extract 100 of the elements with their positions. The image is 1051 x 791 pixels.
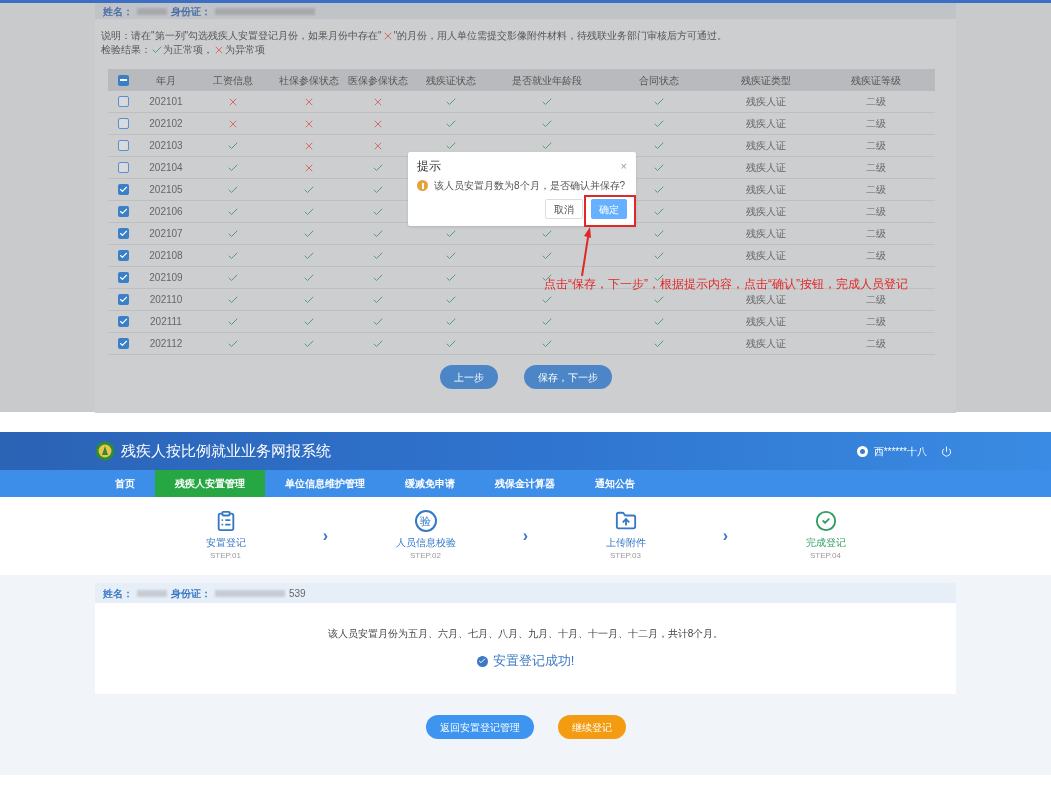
nav-tab[interactable]: 首页 [95, 470, 155, 497]
success-icon [476, 655, 488, 667]
user-avatar-icon [856, 445, 868, 457]
row-checkbox[interactable] [117, 228, 129, 239]
table-cell-text: 残疾人证 [746, 205, 786, 219]
id-tail: 539 [289, 586, 306, 601]
continue-button[interactable]: 继续登记 [557, 715, 626, 739]
step-separator: › [721, 526, 730, 546]
table-cell-text: 残疾人证 [746, 249, 786, 263]
row-checkbox[interactable] [117, 96, 129, 107]
previous-button[interactable]: 上一步 [439, 365, 498, 389]
step-label: 人员信息校验 [395, 536, 456, 550]
table-cell-text: 二级 [865, 293, 886, 307]
month-cell-text: 202107 [149, 227, 183, 241]
redacted-value [215, 589, 285, 597]
month-cell-text: 202112 [149, 337, 183, 351]
annotation-text: 点击“保存，下一步”，根据提示内容，点击“确认”按钮，完成人员登记 [544, 276, 908, 293]
step-number: STEP.03 [610, 550, 641, 562]
row-checkbox[interactable] [117, 118, 129, 129]
column-header: 工资信息 [213, 73, 253, 88]
name-label: 姓名： [103, 586, 133, 601]
confirm-button[interactable]: 确定 [591, 199, 627, 219]
row-checkbox[interactable] [117, 206, 129, 217]
warning-icon [417, 180, 428, 191]
table-cell-text: 残疾人证 [746, 183, 786, 197]
nav-tab[interactable]: 通知公告 [575, 470, 655, 497]
arrow [579, 227, 593, 277]
month-cell-text: 202106 [149, 205, 183, 219]
cross-icon [213, 44, 225, 56]
month-cell-text: 202101 [149, 95, 183, 109]
table-cell-text: 残疾人证 [746, 293, 786, 307]
month-cell-text: 202109 [149, 271, 183, 285]
table-cell-text: 二级 [865, 183, 886, 197]
header-checkbox[interactable] [117, 74, 129, 86]
close-button[interactable]: × [620, 157, 627, 175]
name-label: 姓名： [103, 4, 133, 19]
table-cell-text: 二级 [865, 95, 886, 109]
month-cell-text: 202102 [149, 117, 183, 131]
nav-tab[interactable]: 缓减免申请 [385, 470, 475, 497]
step-label: 上传附件 [605, 536, 646, 550]
step-label: 安置登记 [205, 536, 246, 550]
row-checkbox[interactable] [117, 338, 129, 349]
row-checkbox[interactable] [117, 140, 129, 151]
month-cell-text: 202103 [149, 139, 183, 153]
save-next-button[interactable]: 保存，下一步 [523, 365, 612, 389]
row-checkbox[interactable] [117, 316, 129, 327]
legend-text: 为正常项， [163, 43, 213, 57]
user-name: 西******十八 [873, 444, 927, 459]
table-cell-text: 残疾人证 [746, 227, 786, 241]
step-number: STEP.02 [410, 550, 441, 562]
row-checkbox[interactable] [117, 184, 129, 195]
nav-tab[interactable]: 残疾人安置管理 [155, 470, 265, 497]
row-checkbox[interactable] [117, 162, 129, 173]
dialog-title: 提示 [417, 158, 441, 175]
step-number: STEP.04 [810, 550, 841, 562]
column-header: 年月 [156, 73, 176, 88]
row-checkbox[interactable] [117, 250, 129, 261]
nav-tab[interactable]: 残保金计算器 [475, 470, 575, 497]
column-header: 残疾证状态 [425, 73, 476, 88]
column-header: 残疾证等级 [850, 73, 901, 88]
table-cell-text: 二级 [865, 337, 886, 351]
step-label: 完成登记 [805, 536, 846, 550]
table-cell-text: 二级 [865, 139, 886, 153]
step-separator: › [321, 526, 330, 546]
table-cell-text: 残疾人证 [746, 95, 786, 109]
power-icon[interactable] [941, 445, 952, 457]
success-text: 安置登记成功! [492, 652, 575, 671]
table-cell-text: 残疾人证 [746, 139, 786, 153]
row-checkbox[interactable] [117, 294, 129, 305]
table-cell-text: 残疾人证 [746, 161, 786, 175]
check-icon [151, 44, 163, 56]
column-header: 合同状态 [639, 73, 679, 88]
row-checkbox[interactable] [117, 272, 129, 283]
month-cell-text: 202108 [149, 249, 183, 263]
table-cell-text: 残疾人证 [746, 337, 786, 351]
month-cell-text: 202110 [149, 293, 183, 307]
note-text: "的月份，用人单位需提交影像附件材料，待残联业务部门审核后方可通过。 [393, 29, 728, 43]
table-cell-text: 二级 [865, 249, 886, 263]
legend-text: 为异常项 [225, 43, 265, 57]
table-cell-text: 二级 [865, 117, 886, 131]
id-label: 身份证： [171, 586, 211, 601]
step-separator: › [521, 526, 530, 546]
nav-tab[interactable]: 单位信息维护管理 [265, 470, 385, 497]
cancel-button[interactable]: 取消 [545, 199, 583, 219]
column-header: 是否就业年龄段 [511, 73, 582, 88]
table-cell-text: 二级 [865, 227, 886, 241]
table-cell-text: 二级 [865, 205, 886, 219]
legend-label: 检验结果： [101, 43, 151, 57]
table-cell-text: 二级 [865, 315, 886, 329]
app-title: 残疾人按比例就业业务网报系统 [121, 440, 331, 461]
step-number: STEP.01 [210, 550, 241, 562]
redacted-value [137, 7, 167, 15]
table-cell-text: 残疾人证 [746, 315, 786, 329]
column-header: 残疾证类型 [741, 73, 791, 88]
logo [95, 441, 115, 461]
highlight-frame [584, 195, 636, 227]
id-label: 身份证： [171, 4, 211, 19]
back-button[interactable]: 返回安置登记管理 [425, 715, 534, 739]
table-cell-text: 二级 [865, 161, 886, 175]
column-header: 社保参保状态 [278, 73, 339, 88]
